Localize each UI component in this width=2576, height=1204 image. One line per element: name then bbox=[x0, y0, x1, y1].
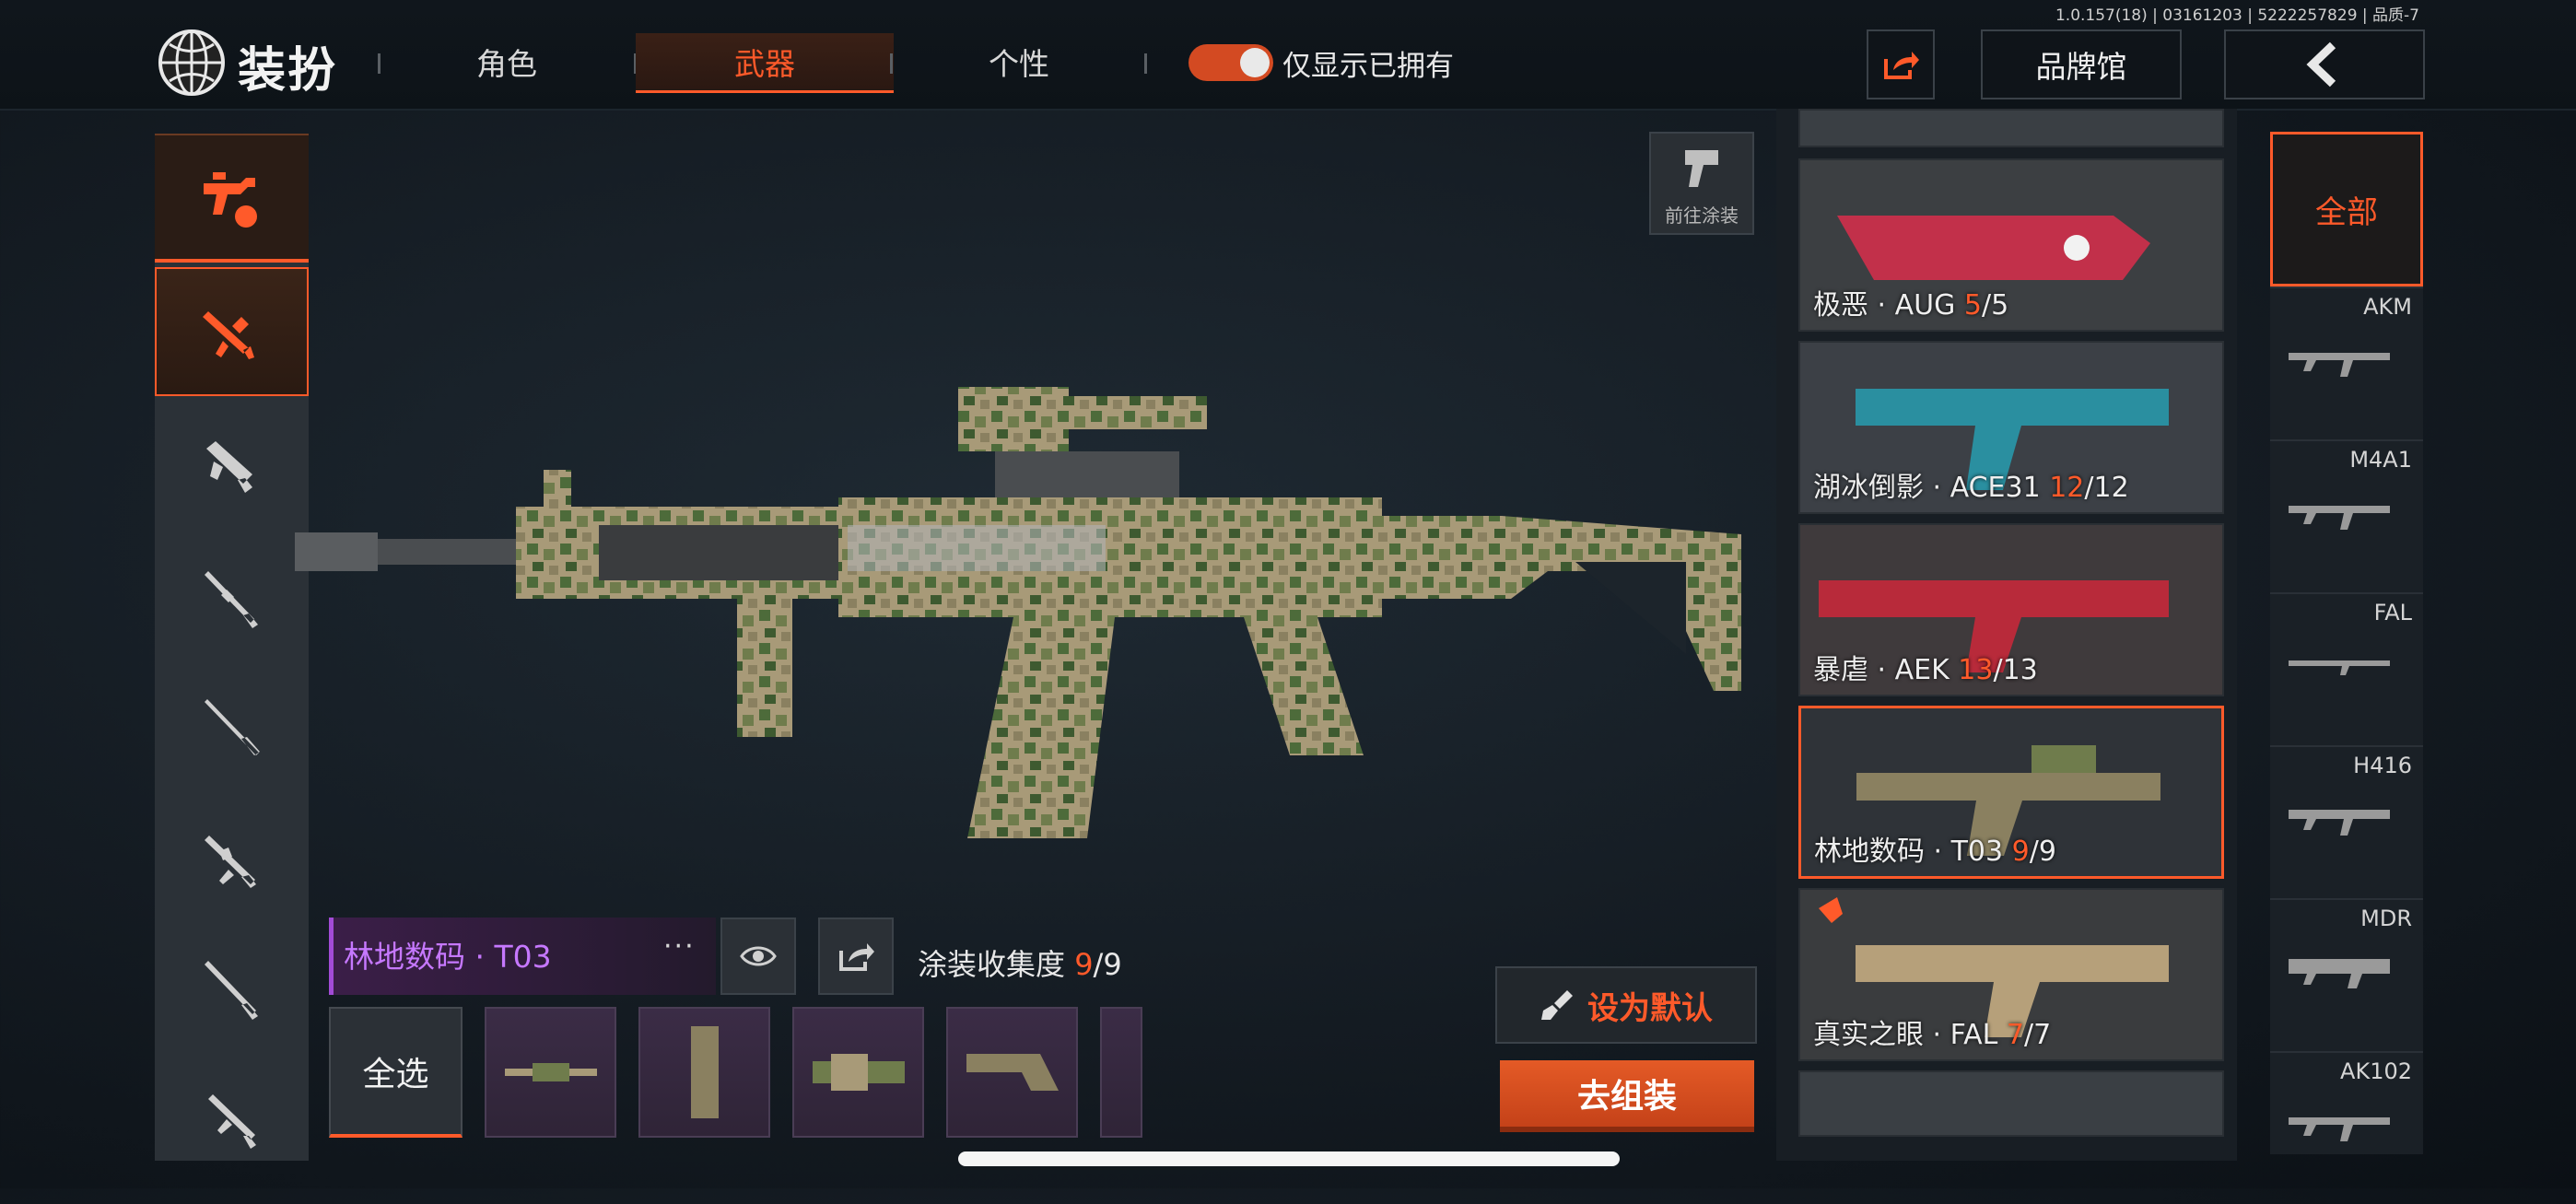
share-button[interactable] bbox=[1867, 29, 1935, 99]
skin-card[interactable]: 真实之眼 · FAL 7/7 bbox=[1798, 888, 2224, 1061]
brush-icon bbox=[1541, 990, 1573, 1020]
rifle-silhouette-icon bbox=[2289, 353, 2390, 377]
set-default-label: 设为默认 bbox=[1587, 989, 1713, 1027]
preview-toggle-button[interactable] bbox=[720, 918, 796, 995]
category-marksman[interactable] bbox=[155, 926, 309, 1055]
version-info: 1.0.157(18) | 03161203 | 5222257829 | 品质… bbox=[2055, 6, 2419, 25]
rifle-silhouette-icon bbox=[2289, 810, 2390, 836]
collection-progress: 涂装收集度 9/9 bbox=[918, 941, 1122, 984]
part-stock[interactable] bbox=[946, 1007, 1078, 1138]
stock-part-icon bbox=[966, 1054, 1059, 1091]
eye-icon bbox=[740, 946, 777, 966]
rifle-silhouette-icon bbox=[2289, 660, 2390, 675]
weapon-filter-item[interactable]: MDR bbox=[2270, 898, 2423, 1051]
select-all-button[interactable]: 全选 bbox=[329, 1007, 463, 1138]
page-title: 装扮 bbox=[238, 43, 338, 99]
category-sniper[interactable] bbox=[155, 665, 309, 794]
skin-card-label: 极恶 · AUG 5/5 bbox=[1813, 289, 2009, 321]
part-scope[interactable] bbox=[792, 1007, 924, 1138]
marksman-icon bbox=[204, 961, 258, 1020]
share-icon bbox=[839, 943, 874, 971]
share-skin-button[interactable] bbox=[818, 918, 894, 995]
smg-icon bbox=[205, 441, 252, 493]
skin-card-partial[interactable] bbox=[1798, 1070, 2224, 1137]
category-rifle[interactable] bbox=[155, 267, 309, 396]
part-more[interactable] bbox=[1100, 1007, 1142, 1138]
skin-card-label: 林地数码 · T03 9/9 bbox=[1814, 836, 2056, 868]
shotgun-icon bbox=[204, 571, 258, 628]
home-indicator[interactable] bbox=[958, 1151, 1620, 1166]
all-weapons-icon bbox=[203, 172, 257, 228]
back-button[interactable] bbox=[2224, 29, 2425, 99]
weapon-filter-item[interactable]: AK102 bbox=[2270, 1051, 2423, 1204]
pistol-icon bbox=[207, 1094, 256, 1149]
category-lmg[interactable] bbox=[155, 796, 309, 925]
part-barrel[interactable] bbox=[485, 1007, 616, 1138]
rifle-silhouette-icon bbox=[2289, 959, 2390, 988]
tab-personality[interactable]: 个性 bbox=[890, 33, 1148, 90]
weapon-filter-item[interactable]: AKM bbox=[2270, 286, 2423, 439]
share-icon bbox=[1884, 52, 1919, 79]
scope-part-icon bbox=[812, 1054, 905, 1091]
globe-logo-icon bbox=[158, 29, 225, 96]
collection-label: 涂装收集度 bbox=[918, 947, 1066, 982]
set-default-button[interactable]: 设为默认 bbox=[1495, 966, 1757, 1044]
more-options-button[interactable]: ··· bbox=[663, 930, 696, 963]
category-shotgun[interactable] bbox=[155, 534, 309, 663]
skin-card-partial[interactable] bbox=[1798, 109, 2224, 147]
collection-owned: 9 bbox=[1074, 947, 1094, 982]
tab-character[interactable]: 角色 bbox=[378, 33, 636, 90]
category-pistol[interactable] bbox=[155, 1055, 309, 1184]
skin-card[interactable]: 极恶 · AUG 5/5 bbox=[1798, 158, 2224, 332]
weapon-preview[interactable] bbox=[295, 378, 1787, 875]
category-smg[interactable] bbox=[155, 403, 309, 532]
skin-card-selected[interactable]: 林地数码 · T03 9/9 bbox=[1798, 706, 2224, 879]
go-assemble-button[interactable]: 去组装 bbox=[1500, 1060, 1754, 1132]
spray-gun-icon bbox=[1685, 150, 1718, 187]
tab-weapons[interactable]: 武器 bbox=[636, 33, 894, 93]
owned-only-toggle[interactable] bbox=[1188, 44, 1273, 81]
skin-card-label: 真实之眼 · FAL 7/7 bbox=[1813, 1019, 2052, 1051]
current-skin-name: 林地数码 · T03 bbox=[344, 939, 552, 975]
collection-total: /9 bbox=[1093, 947, 1122, 982]
category-all-weapons[interactable] bbox=[155, 134, 309, 263]
skin-card-label: 湖冰倒影 · ACE31 12/12 bbox=[1813, 472, 2129, 504]
brand-hall-button[interactable]: 品牌馆 bbox=[1981, 29, 2182, 99]
skin-card[interactable]: 湖冰倒影 · ACE31 12/12 bbox=[1798, 341, 2224, 514]
owned-only-label: 仅显示已拥有 bbox=[1282, 50, 1454, 83]
sniper-icon bbox=[204, 699, 260, 755]
weapon-filter-item[interactable]: FAL bbox=[2270, 592, 2423, 745]
rifle-silhouette-icon bbox=[2289, 1117, 2390, 1141]
goto-paint-label: 前往涂装 bbox=[1665, 205, 1739, 227]
skin-card[interactable]: 暴虐 · AEK 13/13 bbox=[1798, 523, 2224, 696]
grip-part-icon bbox=[690, 1026, 719, 1118]
rifle-silhouette-icon bbox=[2289, 506, 2390, 530]
divider bbox=[1144, 53, 1147, 74]
weapon-filter-item[interactable]: H416 bbox=[2270, 745, 2423, 898]
back-arrow-icon bbox=[2306, 41, 2336, 88]
part-grip[interactable] bbox=[638, 1007, 770, 1138]
weapon-filter-item[interactable]: M4A1 bbox=[2270, 439, 2423, 592]
weapon-filter-all[interactable]: 全部 bbox=[2270, 132, 2423, 286]
lmg-icon bbox=[204, 836, 256, 888]
toggle-knob bbox=[1240, 48, 1270, 77]
rifle-icon bbox=[202, 311, 254, 359]
barrel-part-icon bbox=[504, 1063, 597, 1081]
skin-card-label: 暴虐 · AEK 13/13 bbox=[1813, 654, 2038, 686]
